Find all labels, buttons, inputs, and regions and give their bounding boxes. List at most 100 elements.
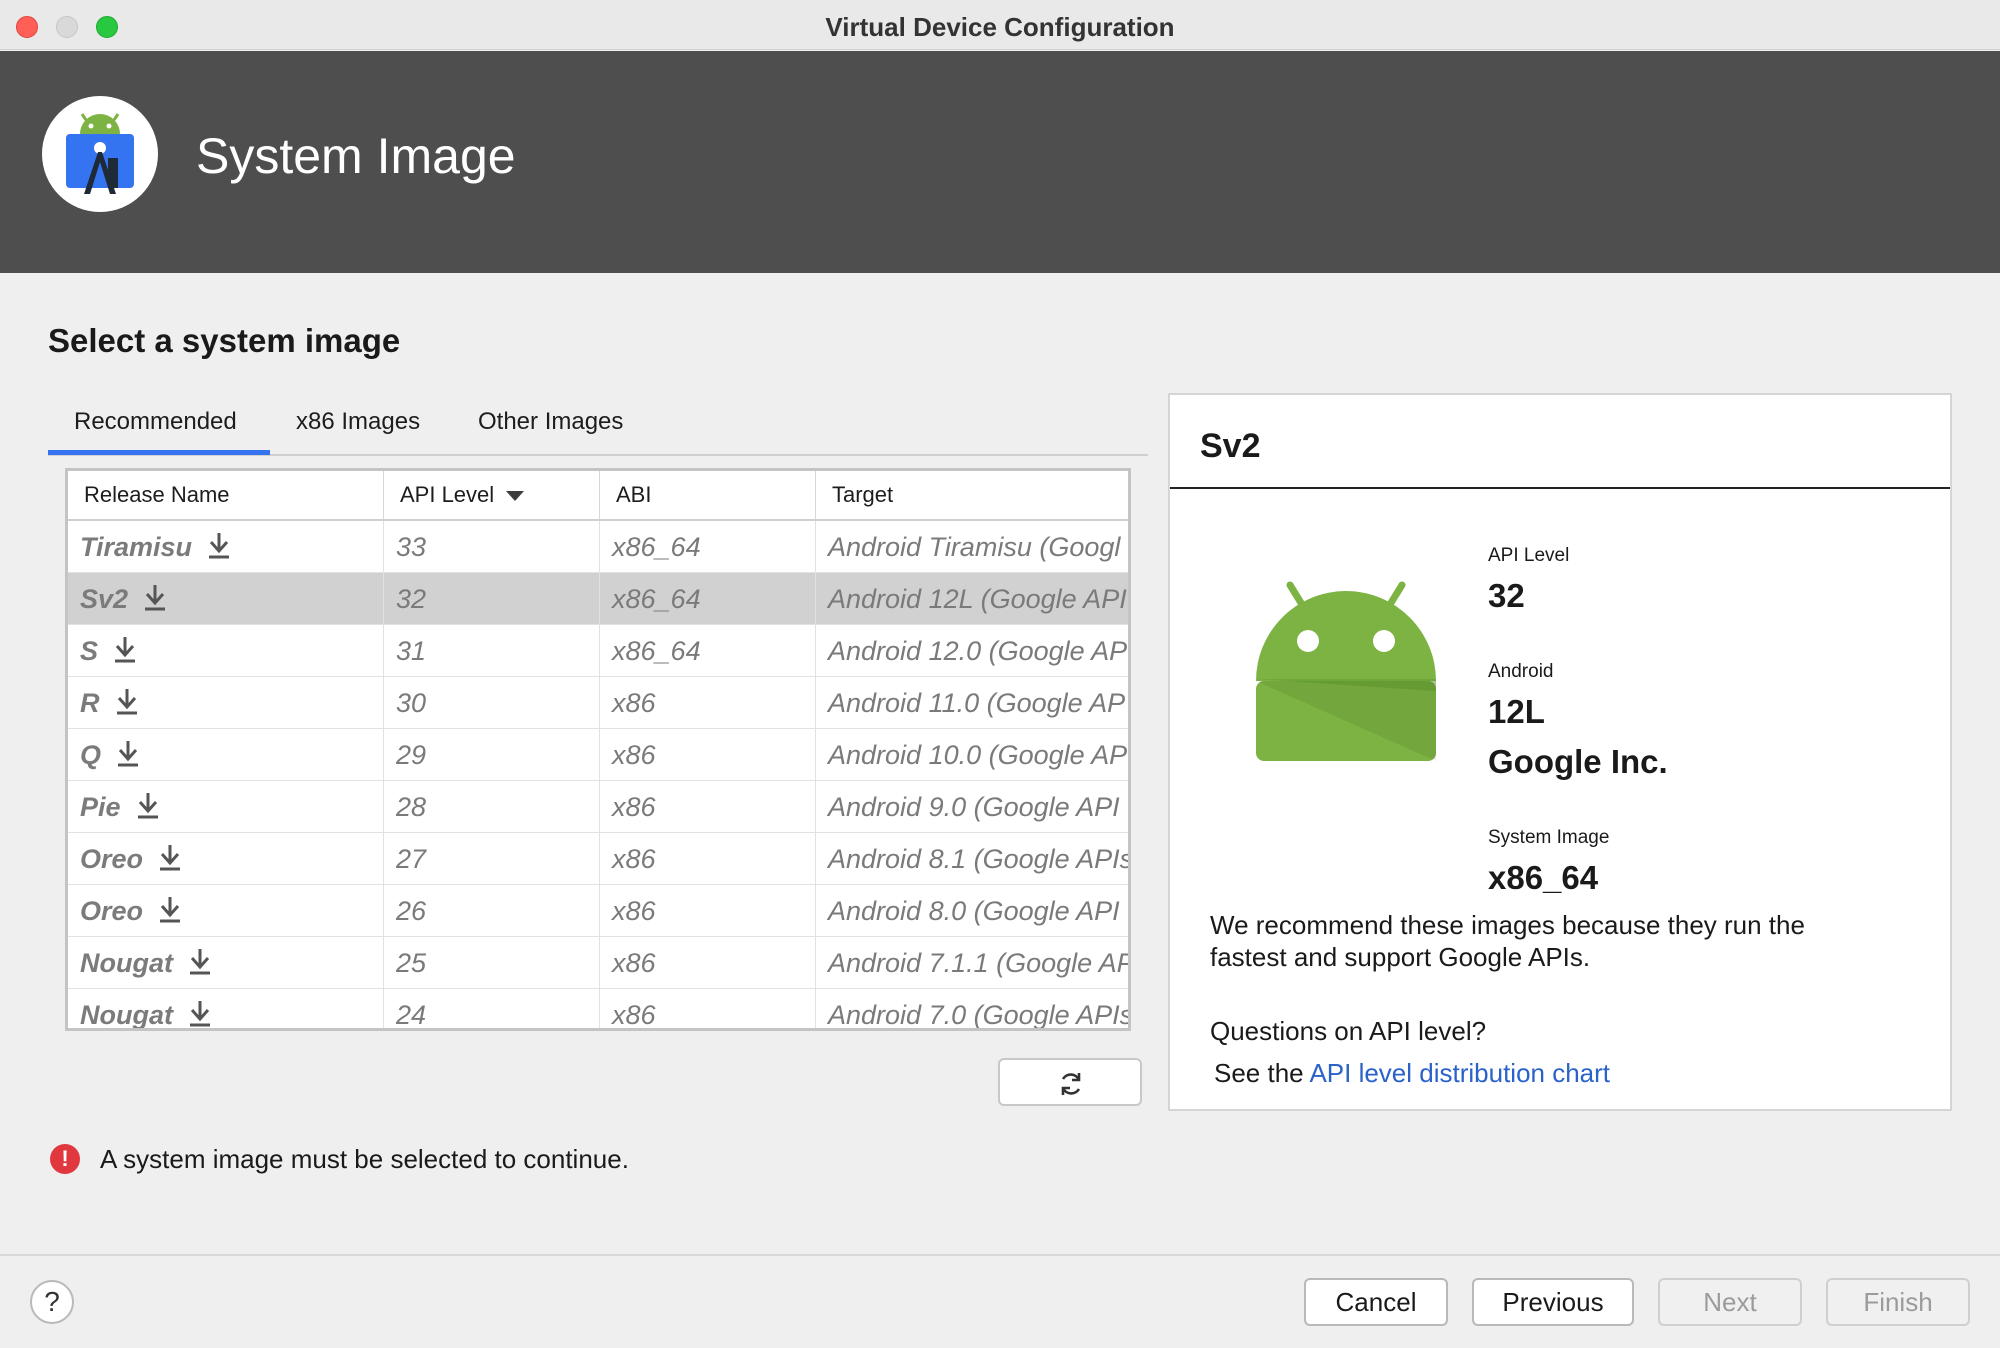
abi-cell: x86_64 <box>600 625 816 677</box>
target-cell: Android 10.0 (Google AP <box>816 729 1128 781</box>
target-cell-text: Android 11.0 (Google AP <box>828 688 1126 718</box>
api-level-value: 32 <box>1488 577 1525 614</box>
download-icon[interactable] <box>114 686 140 716</box>
api-level-cell: 32 <box>384 573 600 625</box>
abi-cell-text: x86 <box>612 844 656 874</box>
download-icon[interactable] <box>187 998 213 1028</box>
download-icon[interactable] <box>206 530 232 560</box>
section-title: Select a system image <box>48 322 401 359</box>
table-row[interactable]: Sv2 32 x86_64 Android 12L (Google API <box>68 573 1128 625</box>
release-name-cell: R <box>68 677 384 729</box>
error-icon: ! <box>50 1144 80 1174</box>
vendor-value: Google Inc. <box>1488 743 1668 780</box>
target-cell: Android 8.0 (Google API <box>816 885 1128 937</box>
table-row[interactable]: Nougat 25 x86 Android 7.1.1 (Google AP <box>68 937 1131 989</box>
footer-divider <box>0 1254 2000 1256</box>
tab-x86-images[interactable]: x86 Images <box>296 408 420 436</box>
table-row[interactable]: Oreo 27 x86 Android 8.1 (Google APIs <box>68 833 1128 885</box>
android-studio-logo-icon <box>42 96 158 212</box>
abi-cell: x86 <box>600 937 816 989</box>
release-name-cell-text: Oreo <box>80 844 144 874</box>
target-cell: Android 7.1.1 (Google AP <box>816 937 1131 989</box>
api-level-cell-text: 30 <box>396 688 427 718</box>
api-level-cell: 24 <box>384 989 600 1028</box>
target-cell: Android 7.0 (Google APIs <box>816 989 1131 1030</box>
api-level-cell: 25 <box>384 937 600 989</box>
previous-button[interactable]: Previous <box>1472 1278 1634 1326</box>
abi-cell-text: x86_64 <box>612 636 701 666</box>
table-row[interactable]: Q 29 x86 Android 10.0 (Google AP <box>68 729 1128 781</box>
abi-cell-text: x86 <box>612 792 656 822</box>
release-name-cell: Sv2 <box>68 573 384 625</box>
system-image-label: System Image <box>1488 827 1610 848</box>
refresh-icon <box>1061 1073 1081 1095</box>
download-icon[interactable] <box>157 842 183 872</box>
download-icon[interactable] <box>157 894 183 924</box>
active-tab-indicator <box>48 450 270 455</box>
table-row[interactable]: S 31 x86_64 Android 12.0 (Google AP <box>68 625 1128 677</box>
abi-cell-text: x86_64 <box>612 532 701 562</box>
table-row[interactable]: Pie 28 x86 Android 9.0 (Google API <box>68 781 1128 833</box>
column-header-api-level[interactable]: API Level <box>384 471 600 519</box>
see-the-line: See the API level distribution chart <box>1214 1057 1610 1090</box>
release-name-cell-text: Nougat <box>80 948 173 978</box>
column-header-abi[interactable]: ABI <box>600 471 816 519</box>
sort-descending-icon <box>506 491 525 502</box>
download-icon[interactable] <box>115 738 141 768</box>
api-level-cell-text: 25 <box>396 948 427 978</box>
release-name-cell: Pie <box>68 781 384 833</box>
finish-button[interactable]: Finish <box>1826 1278 1970 1326</box>
table-row[interactable]: Oreo 26 x86 Android 8.0 (Google API <box>68 885 1128 937</box>
download-icon[interactable] <box>187 946 213 976</box>
release-name-cell-text: S <box>80 636 99 666</box>
release-name-cell-text: Nougat <box>80 1000 173 1030</box>
target-cell-text: Android 10.0 (Google AP <box>828 740 1128 770</box>
abi-cell: x86 <box>600 677 816 729</box>
api-level-cell-text: 31 <box>396 636 427 666</box>
wizard-header: System Image <box>0 51 2000 273</box>
target-cell-text: Android 7.0 (Google APIs <box>828 1000 1131 1030</box>
table-row[interactable]: R 30 x86 Android 11.0 (Google AP <box>68 677 1128 729</box>
cancel-button[interactable]: Cancel <box>1304 1278 1448 1326</box>
column-header-release-name[interactable]: Release Name <box>68 471 384 519</box>
release-name-cell-text: R <box>80 688 100 718</box>
release-name-cell: Nougat <box>68 989 384 1030</box>
target-cell: Android 12.0 (Google AP <box>816 625 1128 677</box>
table-body: Tiramisu 33 x86_64 Android Tiramisu (Googl S… <box>68 521 1131 1030</box>
api-distribution-chart-link[interactable]: API level distribution chart <box>1309 1058 1610 1088</box>
title-bar: Virtual Device Configuration <box>0 0 2000 50</box>
error-message: A system image must be selected to conti… <box>100 1144 629 1174</box>
target-cell-text: Android 12L (Google API <box>828 584 1127 614</box>
target-cell: Android 8.1 (Google APIs <box>816 833 1128 885</box>
refresh-button[interactable] <box>998 1058 1142 1106</box>
table-row[interactable]: Nougat 24 x86 Android 7.0 (Google APIs <box>68 989 1131 1030</box>
abi-cell-text: x86 <box>612 740 656 770</box>
target-cell-text: Android 7.1.1 (Google AP <box>828 948 1131 978</box>
target-cell: Android 11.0 (Google AP <box>816 677 1128 729</box>
target-cell-text: Android 12.0 (Google AP <box>828 636 1128 666</box>
download-icon[interactable] <box>135 790 161 820</box>
tab-recommended[interactable]: Recommended <box>74 408 237 436</box>
target-cell: Android Tiramisu (Googl <box>816 521 1128 573</box>
api-level-cell: 30 <box>384 677 600 729</box>
download-icon[interactable] <box>142 582 168 612</box>
api-question-text: Questions on API level? <box>1210 1016 1487 1046</box>
see-the-text: See the <box>1214 1058 1304 1088</box>
help-button[interactable]: ? <box>30 1280 74 1324</box>
release-name-cell-text: Q <box>80 740 102 770</box>
tab-other-images[interactable]: Other Images <box>478 408 623 436</box>
api-level-label: API Level <box>1488 545 1570 566</box>
target-cell-text: Android 8.0 (Google API <box>828 896 1120 926</box>
download-icon[interactable] <box>112 634 138 664</box>
abi-cell-text: x86 <box>612 688 656 718</box>
release-name-cell: Tiramisu <box>68 521 384 573</box>
release-name-cell-text: Tiramisu <box>80 532 193 562</box>
abi-cell: x86_64 <box>600 521 816 573</box>
detail-divider <box>1170 487 1950 489</box>
column-header-target[interactable]: Target <box>816 471 1128 519</box>
release-name-cell: Oreo <box>68 885 384 937</box>
android-robot-icon <box>1256 581 1436 761</box>
table-row[interactable]: Tiramisu 33 x86_64 Android Tiramisu (Googl <box>68 521 1128 573</box>
next-button[interactable]: Next <box>1658 1278 1802 1326</box>
abi-cell: x86_64 <box>600 573 816 625</box>
